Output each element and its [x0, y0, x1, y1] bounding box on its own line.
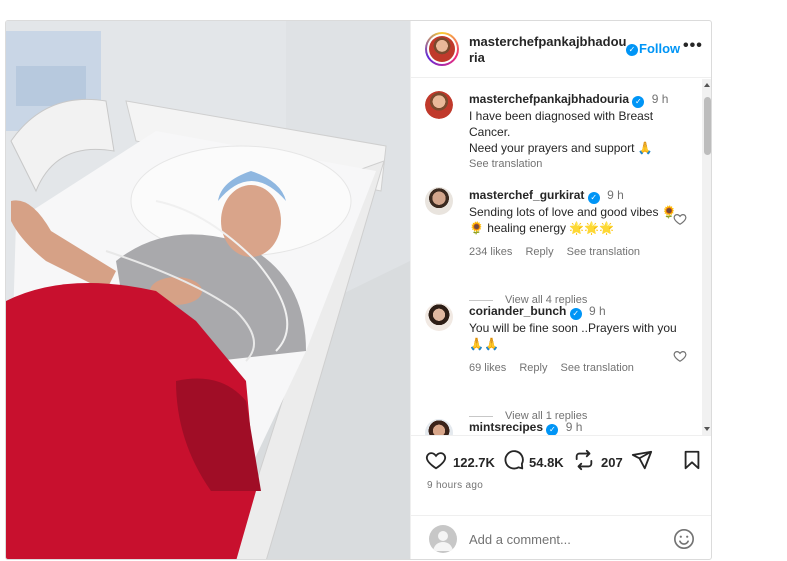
scroll-down-arrow-icon[interactable]: [704, 427, 710, 431]
more-options-icon[interactable]: •••: [683, 37, 703, 55]
hospital-bed-photo: [6, 21, 410, 559]
comment-username[interactable]: coriander_bunch: [469, 304, 566, 318]
avatar-image: [429, 36, 455, 62]
verified-badge-icon: ✓: [569, 308, 582, 320]
comment-time: 9 h: [589, 304, 606, 318]
caption-text-line-1: I have been diagnosed with Breast Cancer…: [469, 109, 654, 139]
commenter-avatar[interactable]: [425, 187, 453, 215]
reposts-count[interactable]: 207: [601, 455, 623, 470]
likes-count[interactable]: 122.7K: [453, 455, 495, 470]
verified-badge-icon: ✓: [632, 96, 645, 108]
post-actions-bar: 122.7K 54.8K 207 9 hours ago: [411, 435, 711, 515]
comments-list[interactable]: masterchefpankajbhadouria ✓ 9 h I have b…: [411, 79, 711, 435]
caption-comment: masterchefpankajbhadouria ✓ 9 h I have b…: [425, 91, 685, 170]
comments-scrollbar[interactable]: [702, 79, 711, 435]
comment-likes[interactable]: 69 likes: [469, 362, 506, 374]
like-comment-heart-icon[interactable]: [673, 349, 687, 363]
see-translation-link[interactable]: See translation: [567, 246, 640, 258]
save-bookmark-icon[interactable]: [681, 449, 703, 473]
see-translation-link[interactable]: See translation: [561, 362, 634, 374]
caption-username[interactable]: masterchefpankajbhadouria: [469, 92, 629, 106]
post-time-ago: 9 hours ago: [427, 480, 484, 491]
comment-username[interactable]: masterchef_gurkirat: [469, 188, 584, 202]
caption-text-line-2: Need your prayers and support 🙏: [469, 141, 653, 155]
commenter-avatar[interactable]: [425, 303, 453, 331]
caption-see-translation[interactable]: See translation: [469, 156, 679, 172]
author-avatar[interactable]: [425, 32, 459, 66]
comment-text: You will be fine soon ..Prayers with you…: [469, 321, 677, 351]
post-header: masterchefpankajbhadouria ✓ Follow •••: [411, 21, 711, 78]
follow-button[interactable]: Follow: [639, 41, 680, 56]
comment-time: 9 h: [607, 188, 624, 202]
like-heart-icon[interactable]: [425, 449, 447, 473]
reply-button[interactable]: Reply: [519, 362, 547, 374]
instagram-post: masterchefpankajbhadouria ✓ Follow ••• m…: [5, 20, 712, 560]
comment-time: 9 h: [565, 420, 583, 434]
comment-text: Sending lots of love and good vibes 🌻🌻 h…: [469, 205, 677, 235]
reply-button[interactable]: Reply: [525, 246, 553, 258]
comment-item: masterchef_gurkirat ✓ 9 h Sending lots o…: [425, 187, 685, 267]
post-side-panel: masterchefpankajbhadouria ✓ Follow ••• m…: [410, 21, 711, 559]
add-comment-bar: [411, 515, 711, 559]
share-send-icon[interactable]: [631, 449, 653, 473]
comment-likes[interactable]: 234 likes: [469, 246, 512, 258]
comment-bubble-icon[interactable]: [503, 449, 525, 473]
verified-badge-icon: ✓: [587, 192, 600, 204]
verified-badge-icon: ✓: [626, 44, 638, 56]
like-comment-heart-icon[interactable]: [673, 212, 687, 226]
comments-count[interactable]: 54.8K: [529, 455, 564, 470]
current-user-avatar: [429, 525, 457, 553]
caption-avatar[interactable]: [425, 91, 453, 119]
verified-badge-icon: ✓: [546, 424, 559, 435]
commenter-avatar[interactable]: [425, 419, 453, 435]
caption-time: 9 h: [651, 92, 669, 106]
author-username[interactable]: masterchefpankajbhadouria: [469, 34, 631, 66]
add-comment-input[interactable]: [469, 529, 669, 549]
scroll-thumb[interactable]: [704, 97, 711, 155]
comment-item: mintsrecipes ✓ 9 h: [425, 419, 685, 435]
comment-item: coriander_bunch ✓ 9 h You will be fine s…: [425, 303, 685, 383]
post-photo[interactable]: [6, 21, 410, 559]
emoji-smiley-icon[interactable]: [673, 528, 695, 550]
comment-username[interactable]: mintsrecipes: [469, 420, 543, 434]
repost-icon[interactable]: [573, 449, 595, 473]
scroll-up-arrow-icon[interactable]: [704, 83, 710, 87]
